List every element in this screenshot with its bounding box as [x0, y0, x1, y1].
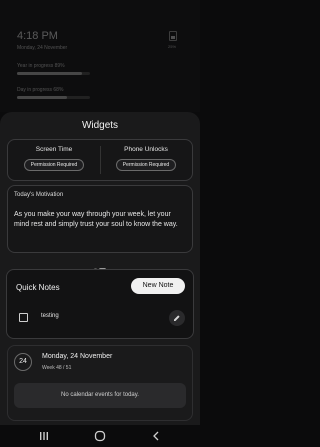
sheet-title: Widgets [81, 120, 119, 131]
system-nav-bar [0, 425, 200, 447]
screen-time-widget: Screen Time Permission Required [8, 140, 100, 180]
day-progress-fill [17, 96, 67, 99]
clock-time: 4:18 PM [17, 30, 58, 42]
screen-time-permission-button[interactable]: Permission Required [23, 159, 85, 171]
pencil-icon [174, 315, 180, 321]
year-progress-label: Year in progress 89% [17, 63, 65, 69]
calendar-week: Week 48 / 51 [42, 365, 72, 371]
recents-button[interactable] [34, 429, 54, 443]
quick-notes-card: Quick Notes New Note testing [6, 269, 194, 339]
note-checkbox[interactable] [19, 313, 28, 322]
battery-icon [169, 31, 177, 41]
note-item: testing [17, 310, 185, 326]
calendar-card[interactable]: 24 Monday, 24 November Week 48 / 51 No c… [7, 345, 193, 421]
note-text[interactable]: testing [41, 313, 59, 319]
home-button[interactable] [90, 429, 110, 443]
edit-note-button[interactable] [169, 310, 185, 326]
calendar-day-badge: 24 [14, 353, 32, 371]
motivation-title: Today's Motivation [14, 192, 64, 198]
motivation-card[interactable]: Today's Motivation As you make your way … [7, 185, 193, 253]
home-icon [94, 430, 106, 442]
recents-icon [40, 432, 48, 440]
calendar-empty-state: No calendar events for today. [14, 383, 186, 408]
back-button[interactable] [146, 429, 166, 443]
screen-time-title: Screen Time [35, 146, 73, 153]
year-progress-fill [17, 72, 82, 75]
quick-notes-title: Quick Notes [16, 283, 60, 292]
phone-unlocks-permission-button[interactable]: Permission Required [115, 159, 177, 171]
day-progress-label: Day in progress 68% [17, 87, 64, 93]
day-progress-bar [17, 96, 90, 99]
new-note-button[interactable]: New Note [131, 278, 185, 294]
clock-date: Monday, 24 November [17, 45, 68, 51]
motivation-text: As you make your way through your week, … [14, 211, 178, 228]
calendar-date: Monday, 24 November [42, 353, 113, 360]
phone-unlocks-widget: Phone Unlocks Permission Required [100, 140, 192, 180]
back-icon [153, 431, 159, 441]
year-progress-bar [17, 72, 90, 75]
usage-stats-card: Screen Time Permission Required Phone Un… [7, 139, 193, 181]
background-home-screen: 4:18 PM Monday, 24 November 25% Year in … [0, 0, 200, 112]
phone-unlocks-title: Phone Unlocks [124, 146, 168, 153]
widgets-sheet: Widgets Screen Time Permission Required … [0, 112, 200, 425]
battery-percent: 25% [168, 44, 177, 49]
